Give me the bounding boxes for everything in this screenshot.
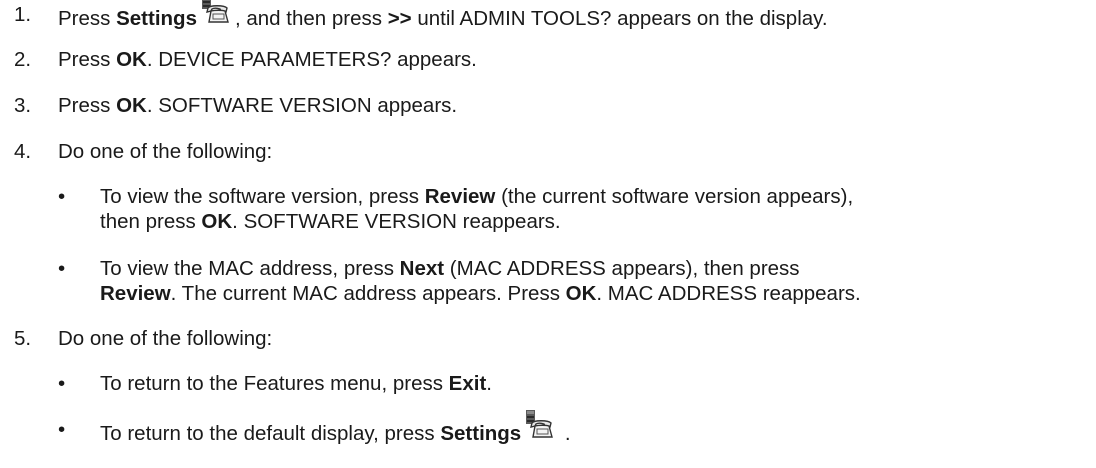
step-number: 5.: [14, 327, 32, 350]
instruction-document: 1. Press Settings, and then press >> unt…: [0, 0, 1096, 468]
bullet-text: To view the software version, press Revi…: [100, 185, 854, 233]
step-number: 1.: [14, 3, 32, 26]
bullet-marker: •: [58, 257, 66, 280]
bullet-text: To return to the default display, press …: [100, 410, 1090, 446]
bullet-marker: •: [58, 418, 66, 441]
step-number: 3.: [14, 94, 32, 117]
bold-key-label: Exit: [448, 372, 487, 395]
bold-key-label: >>: [387, 7, 412, 30]
step-number: 2.: [14, 48, 32, 71]
bold-key-label: OK: [201, 210, 233, 233]
bullet-text: To return to the Features menu, press Ex…: [100, 372, 492, 395]
bold-key-label: Next: [399, 257, 445, 280]
step-number: 4.: [14, 140, 32, 163]
bold-key-label: Review: [100, 282, 171, 305]
step-text: Do one of the following:: [58, 327, 273, 350]
bold-key-label: OK: [116, 48, 147, 71]
settings-phone-icon: [200, 0, 234, 28]
settings-phone-icon: [524, 410, 558, 443]
bullet-text: To view the MAC address, press Next (MAC…: [100, 257, 861, 305]
bold-key-label: Settings: [116, 7, 197, 30]
step-text: Press OK. SOFTWARE VERSION appears.: [58, 94, 458, 117]
bullet-marker: •: [58, 372, 66, 395]
bullet-marker: •: [58, 185, 66, 208]
bold-key-label: OK: [116, 94, 147, 117]
step-text: Press OK. DEVICE PARAMETERS? appears.: [58, 48, 477, 71]
bold-key-label: Review: [424, 185, 496, 208]
step-text: Press Settings, and then press >> until …: [58, 0, 1088, 31]
step-text: Do one of the following:: [58, 140, 273, 163]
bold-key-label: OK: [565, 282, 597, 305]
bold-key-label: Settings: [440, 422, 522, 445]
